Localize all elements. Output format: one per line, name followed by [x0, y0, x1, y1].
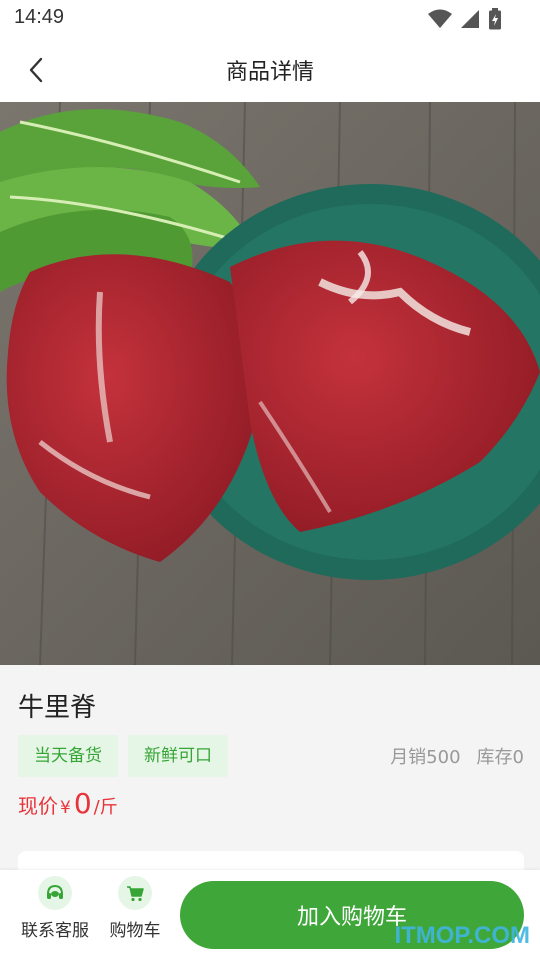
price-label: 现价	[18, 794, 58, 818]
price-value: 0	[73, 787, 92, 820]
price-unit: /斤	[93, 797, 118, 818]
contact-service-button[interactable]: 联系客服	[10, 876, 100, 952]
battery-charging-icon	[489, 8, 501, 30]
monthly-sales: 月销500	[390, 747, 461, 768]
price-row: 现价 ¥ 0 /斤	[18, 787, 118, 820]
headset-icon	[47, 884, 63, 899]
signal-icon	[461, 10, 479, 28]
price-currency: ¥	[60, 798, 71, 818]
cart-label: 购物车	[109, 921, 161, 941]
stock-count: 库存0	[476, 747, 524, 768]
status-icons	[428, 8, 502, 30]
tag-fresh: 新鲜可口	[128, 735, 228, 777]
sales-stats: 月销500 库存0	[390, 743, 524, 769]
status-time: 14:49	[14, 6, 65, 28]
watermark: ITMOP.COM	[394, 922, 530, 949]
tag-same-day-stock: 当天备货	[18, 735, 118, 777]
product-name: 牛里脊	[18, 693, 97, 723]
title-bar: 商品详情	[0, 36, 540, 102]
service-icon-wrap	[38, 876, 72, 910]
cart-button[interactable]: 购物车	[90, 876, 180, 952]
product-info: 牛里脊 当天备货 新鲜可口 月销500 库存0 现价 ¥ 0 /斤	[0, 665, 540, 881]
contact-service-label: 联系客服	[21, 921, 89, 941]
product-image[interactable]	[0, 102, 540, 665]
status-bar: 14:49	[0, 0, 540, 36]
cart-icon	[127, 886, 144, 902]
wifi-icon	[428, 9, 452, 28]
cart-icon-wrap	[118, 876, 152, 910]
page-title: 商品详情	[225, 60, 314, 85]
